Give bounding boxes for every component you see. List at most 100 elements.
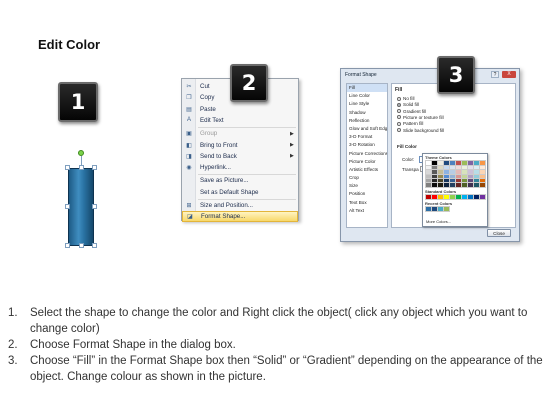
theme-shade-swatch[interactable] [478, 178, 487, 184]
theme-color-swatch[interactable] [424, 160, 433, 166]
theme-shade-swatch[interactable] [454, 182, 463, 188]
resize-handle-bottom-left[interactable] [65, 243, 70, 248]
theme-shade-swatch[interactable] [460, 173, 469, 179]
theme-shade-swatch[interactable] [466, 182, 475, 188]
dialog-category-fill[interactable]: Fill [347, 84, 387, 93]
theme-color-swatch[interactable] [448, 160, 457, 166]
radio-button[interactable] [397, 102, 401, 107]
close-window-button[interactable]: X [502, 71, 516, 78]
standard-color-swatch[interactable] [472, 194, 481, 200]
theme-shade-swatch[interactable] [430, 165, 439, 171]
standard-color-swatch[interactable] [454, 194, 463, 200]
theme-shade-swatch[interactable] [466, 178, 475, 184]
theme-color-swatch[interactable] [460, 160, 469, 166]
theme-shade-swatch[interactable] [442, 165, 451, 171]
recent-color-swatch[interactable] [442, 206, 451, 212]
theme-shade-swatch[interactable] [430, 173, 439, 179]
theme-shade-swatch[interactable] [478, 165, 487, 171]
theme-shade-swatch[interactable] [424, 169, 433, 175]
theme-shade-swatch[interactable] [460, 182, 469, 188]
dialog-category-3-d-format[interactable]: 3-D Format [347, 133, 387, 141]
theme-shade-swatch[interactable] [454, 173, 463, 179]
theme-shade-swatch[interactable] [442, 173, 451, 179]
close-button[interactable]: Close [487, 229, 511, 237]
standard-color-swatch[interactable] [448, 194, 457, 200]
theme-shade-swatch[interactable] [460, 169, 469, 175]
dialog-category-crop[interactable]: Crop [347, 174, 387, 182]
theme-shade-swatch[interactable] [466, 169, 475, 175]
dialog-category-line-color[interactable]: Line Color [347, 92, 387, 100]
theme-shade-swatch[interactable] [448, 165, 457, 171]
more-colors-link[interactable]: More Colors... [426, 219, 451, 224]
theme-shade-swatch[interactable] [478, 173, 487, 179]
radio-button[interactable] [397, 109, 401, 114]
dialog-category-artistic-effects[interactable]: Artistic Effects [347, 166, 387, 174]
dialog-category-reflection[interactable]: Reflection [347, 117, 387, 125]
theme-shade-swatch[interactable] [436, 173, 445, 179]
theme-shade-swatch[interactable] [430, 182, 439, 188]
theme-shade-swatch[interactable] [436, 169, 445, 175]
dialog-category-position[interactable]: Position [347, 190, 387, 198]
standard-color-swatch[interactable] [424, 194, 433, 200]
theme-shade-swatch[interactable] [466, 173, 475, 179]
theme-shade-swatch[interactable] [478, 182, 487, 188]
resize-handle-bottom[interactable] [79, 243, 84, 248]
radio-button[interactable] [397, 115, 401, 120]
dialog-category-picture-corrections[interactable]: Picture Corrections [347, 150, 387, 158]
context-menu-item-format-shape[interactable]: ◪ Format Shape... [182, 211, 298, 223]
fill-option-no-fill[interactable]: No fill [397, 96, 415, 101]
context-menu-item-set-as-default-shape[interactable]: Set as Default Shape [182, 187, 298, 198]
theme-shade-swatch[interactable] [460, 178, 469, 184]
theme-shade-swatch[interactable] [472, 178, 481, 184]
resize-handle-top[interactable] [79, 165, 84, 170]
fill-option-pattern-fill[interactable]: Pattern fill [397, 121, 423, 126]
theme-shade-swatch[interactable] [424, 178, 433, 184]
theme-color-swatch[interactable] [430, 160, 439, 166]
selected-shape-group[interactable] [60, 146, 106, 250]
standard-color-swatch[interactable] [430, 194, 439, 200]
theme-shade-swatch[interactable] [430, 178, 439, 184]
blue-rectangle-shape[interactable] [68, 168, 94, 246]
theme-shade-swatch[interactable] [424, 173, 433, 179]
dialog-category-text-box[interactable]: Text Box [347, 199, 387, 207]
theme-shade-swatch[interactable] [466, 165, 475, 171]
theme-shade-swatch[interactable] [436, 182, 445, 188]
recent-color-swatch[interactable] [430, 206, 439, 212]
standard-color-swatch[interactable] [466, 194, 475, 200]
theme-shade-swatch[interactable] [472, 173, 481, 179]
resize-handle-top-right[interactable] [92, 165, 97, 170]
context-menu-item-size-and-position[interactable]: ⊞ Size and Position... [182, 200, 298, 211]
theme-shade-swatch[interactable] [442, 169, 451, 175]
recent-color-swatch[interactable] [436, 206, 445, 212]
dialog-category-alt-text[interactable]: Alt Text [347, 207, 387, 215]
help-button[interactable]: ? [491, 71, 499, 78]
fill-option-picture-or-texture-fill[interactable]: Picture or texture fill [397, 115, 444, 120]
theme-shade-swatch[interactable] [454, 178, 463, 184]
context-menu-item-paste[interactable]: ▤ Paste [182, 104, 298, 115]
radio-button[interactable] [397, 96, 401, 101]
context-menu-item-hyperlink[interactable]: ◉ Hyperlink... [182, 162, 298, 173]
resize-handle-bottom-right[interactable] [92, 243, 97, 248]
radio-button[interactable] [397, 121, 401, 126]
theme-shade-swatch[interactable] [448, 182, 457, 188]
radio-button[interactable] [397, 128, 401, 132]
theme-shade-swatch[interactable] [460, 165, 469, 171]
theme-shade-swatch[interactable] [472, 182, 481, 188]
theme-color-swatch[interactable] [472, 160, 481, 166]
theme-shade-swatch[interactable] [424, 165, 433, 171]
standard-color-swatch[interactable] [442, 194, 451, 200]
dialog-category-glow-and-soft-edges[interactable]: Glow and Soft Edges [347, 125, 387, 133]
theme-shade-swatch[interactable] [442, 182, 451, 188]
theme-shade-swatch[interactable] [448, 169, 457, 175]
context-menu-item-bring-to-front[interactable]: ◧ Bring to Front ▶ [182, 140, 298, 151]
standard-color-swatch[interactable] [460, 194, 469, 200]
theme-shade-swatch[interactable] [442, 178, 451, 184]
resize-handle-right[interactable] [92, 204, 97, 209]
dialog-category-size[interactable]: Size [347, 182, 387, 190]
theme-shade-swatch[interactable] [424, 182, 433, 188]
standard-color-swatch[interactable] [478, 194, 487, 200]
resize-handle-top-left[interactable] [65, 165, 70, 170]
theme-shade-swatch[interactable] [448, 173, 457, 179]
resize-handle-left[interactable] [65, 204, 70, 209]
theme-color-swatch[interactable] [478, 160, 487, 166]
